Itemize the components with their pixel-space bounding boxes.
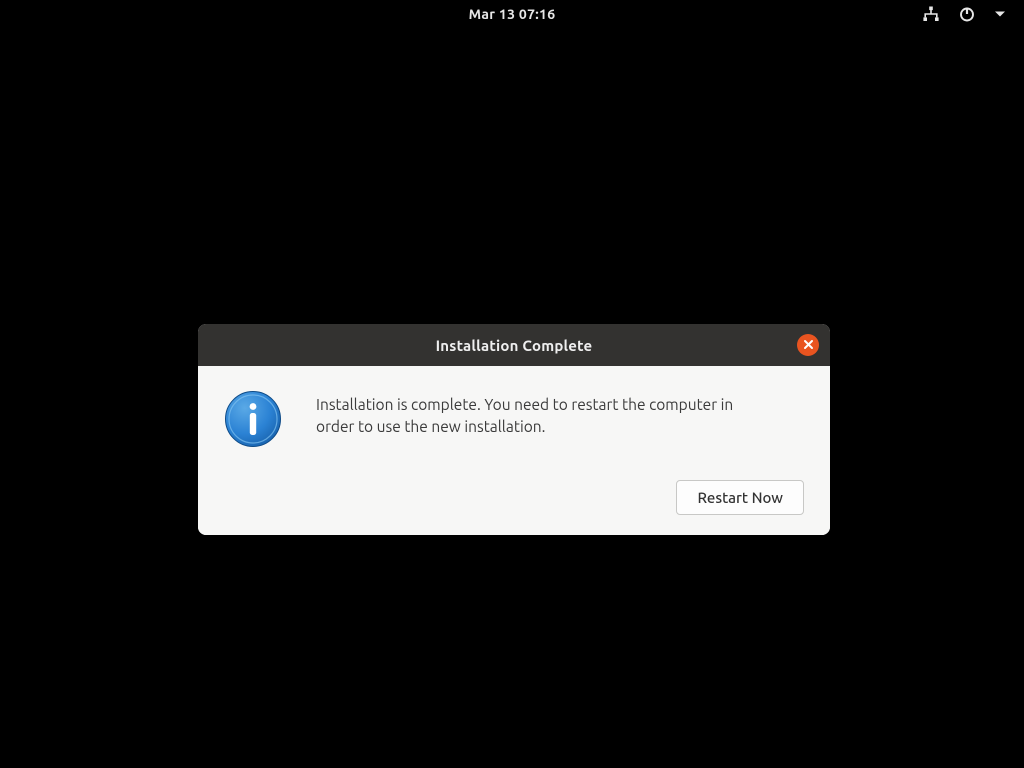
restart-now-button[interactable]: Restart Now xyxy=(676,480,804,515)
dialog-titlebar[interactable]: Installation Complete xyxy=(198,324,830,366)
power-icon[interactable] xyxy=(958,5,976,23)
network-icon[interactable] xyxy=(922,5,940,23)
dialog-body: Installation is complete. You need to re… xyxy=(198,366,830,535)
info-icon xyxy=(224,390,282,452)
panel-datetime[interactable]: Mar 13 07:16 xyxy=(469,6,556,22)
top-panel: Mar 13 07:16 xyxy=(0,0,1024,28)
dialog-title: Installation Complete xyxy=(436,337,593,354)
dialog-message: Installation is complete. You need to re… xyxy=(316,390,746,437)
close-icon xyxy=(803,336,814,354)
chevron-down-icon[interactable] xyxy=(994,8,1006,20)
installation-complete-dialog: Installation Complete xyxy=(198,324,830,535)
close-button[interactable] xyxy=(797,334,819,356)
panel-system-area[interactable] xyxy=(922,5,1006,23)
